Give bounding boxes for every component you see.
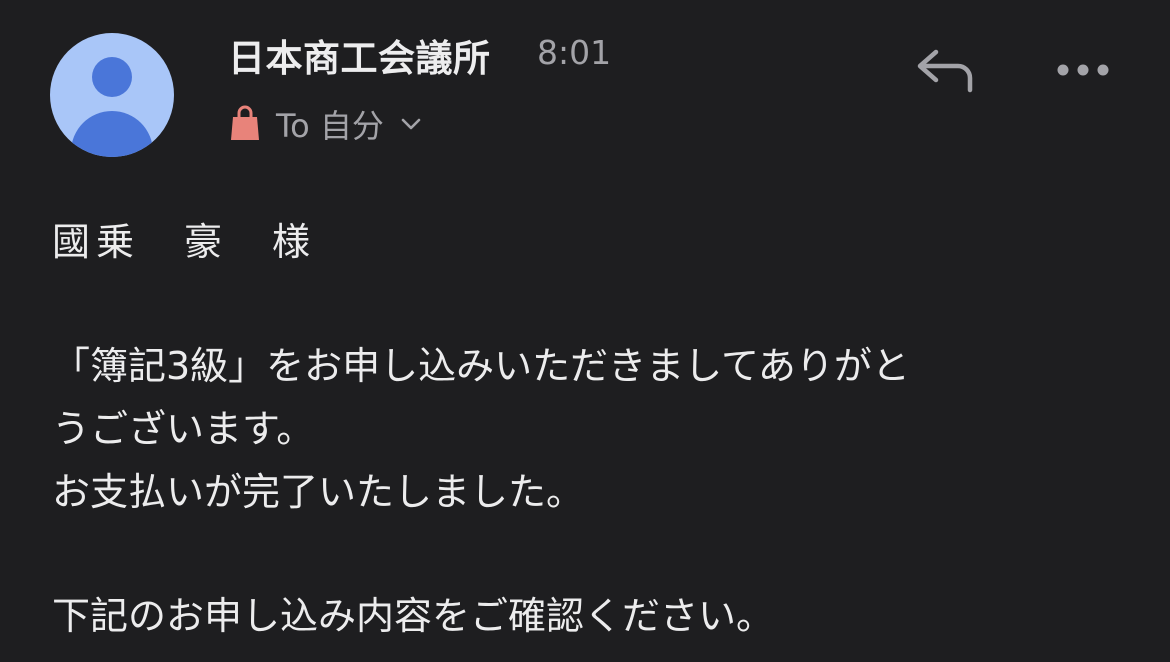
body-line-4: 下記のお申し込み内容をご確認ください。: [52, 594, 775, 638]
avatar-body: [71, 111, 153, 157]
more-horizontal-icon[interactable]: [1050, 50, 1116, 90]
avatar-head: [92, 57, 132, 97]
shopping-bag-icon: [231, 105, 259, 140]
recipient-label: To 自分: [276, 107, 384, 145]
body-line-3: お支払いが完了いたしました。: [52, 470, 585, 514]
email-view: 日本商工会議所 8:01 To 自分 國乗 豪 様 「簿記3級」をお申し込みいた…: [0, 0, 1170, 662]
chevron-down-icon[interactable]: [400, 116, 422, 132]
reply-icon[interactable]: [912, 44, 978, 96]
received-time: 8:01: [537, 33, 612, 72]
greeting-line: 國乗 豪 様: [52, 220, 317, 264]
recipient-row[interactable]: To 自分: [228, 102, 422, 146]
body-line-2: うございます。: [52, 407, 315, 451]
sender-avatar[interactable]: [50, 33, 174, 157]
sender-name[interactable]: 日本商工会議所: [228, 28, 491, 82]
body-line-1: 「簿記3級」をお申し込みいただきましてありがと: [52, 344, 910, 388]
